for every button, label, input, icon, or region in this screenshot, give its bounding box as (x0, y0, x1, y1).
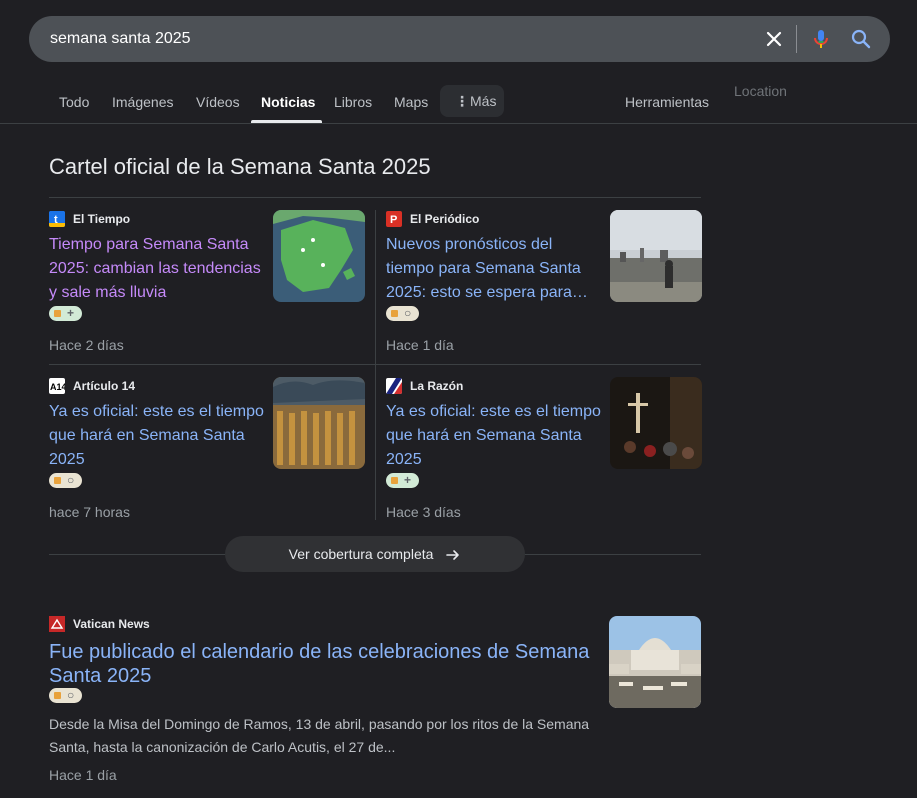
source-name: Artículo 14 (73, 379, 136, 393)
timestamp: hace 7 horas (49, 504, 130, 520)
source-name: Vatican News (73, 617, 150, 631)
microphone-icon[interactable] (809, 27, 833, 51)
header-divider (0, 123, 917, 124)
publisher-badge: + (386, 473, 419, 488)
grid-divider-vertical (375, 210, 376, 520)
publisher-badge: + (49, 306, 82, 321)
tab-libros[interactable]: Libros (334, 82, 372, 122)
el-periodico-favicon-icon: P (386, 211, 402, 227)
la-razon-favicon-icon (386, 378, 402, 394)
tools-button[interactable]: Herramientas (625, 82, 709, 122)
location-label: Location (734, 83, 787, 99)
vatican-news-favicon-icon (49, 616, 65, 632)
more-label: Más (470, 93, 497, 109)
timestamp: Hace 1 día (386, 337, 454, 353)
news-card[interactable]: t El Tiempo Tiempo para Semana Santa 202… (49, 198, 366, 362)
articulo-14-favicon-icon: A14 (49, 378, 65, 394)
timestamp: Hace 1 día (49, 767, 117, 783)
tab-videos[interactable]: Vídeos (196, 82, 240, 122)
timestamp: Hace 3 días (386, 504, 461, 520)
news-result[interactable]: Vatican News Fue publicado el calendario… (49, 612, 701, 792)
svg-text:A14: A14 (50, 382, 65, 392)
svg-text:t: t (54, 214, 58, 226)
source-name: El Tiempo (73, 212, 131, 226)
source-name: El Periódico (410, 212, 480, 226)
headline-link[interactable]: Ya es oficial: este es el tiempo que har… (49, 400, 267, 472)
publisher-badge: ○ (49, 473, 82, 488)
headline-link[interactable]: Fue publicado el calendario de las celeb… (49, 640, 599, 688)
publisher-badge: ○ (49, 688, 82, 703)
source-name: La Razón (410, 379, 464, 393)
map-thumbnail[interactable] (273, 210, 365, 302)
search-bar[interactable]: semana santa 2025 (29, 16, 890, 62)
headline-link[interactable]: Nuevos pronósticos del tiempo para Seman… (386, 233, 604, 305)
news-card[interactable]: P El Periódico Nuevos pronósticos del ti… (386, 198, 703, 362)
search-divider (796, 25, 797, 53)
full-coverage-button[interactable]: Ver cobertura completa (225, 536, 525, 572)
procession-thumbnail[interactable] (273, 377, 365, 469)
news-card[interactable]: A14 Artículo 14 Ya es oficial: este es e… (49, 365, 366, 529)
search-tabs: Todo Imágenes Vídeos Noticias Libros Map… (0, 82, 917, 124)
search-icon[interactable] (849, 27, 873, 51)
headline-link[interactable]: Tiempo para Semana Santa 2025: cambian l… (49, 233, 267, 305)
svg-text:P: P (390, 214, 397, 226)
tab-maps[interactable]: Maps (394, 82, 428, 122)
more-button[interactable]: ⋮ Más (440, 85, 504, 117)
section-title: Cartel oficial de la Semana Santa 2025 (49, 154, 431, 179)
search-input[interactable]: semana santa 2025 (50, 16, 191, 62)
headline-link[interactable]: Ya es oficial: este es el tiempo que har… (386, 400, 604, 472)
news-card[interactable]: La Razón Ya es oficial: este es el tiemp… (386, 365, 703, 529)
full-coverage-label: Ver cobertura completa (288, 546, 434, 562)
result-snippet: Desde la Misa del Domingo de Ramos, 13 d… (49, 716, 590, 755)
clear-icon[interactable] (762, 27, 786, 51)
el-tiempo-favicon-icon: t (49, 211, 65, 227)
tab-noticias[interactable]: Noticias (261, 82, 315, 122)
more-vert-icon: ⋮ (455, 93, 469, 109)
publisher-badge: ○ (386, 306, 419, 321)
night-procession-thumbnail[interactable] (610, 377, 702, 469)
tab-imagenes[interactable]: Imágenes (112, 82, 173, 122)
arrow-right-icon (446, 550, 460, 561)
city-skyline-thumbnail[interactable] (610, 210, 702, 302)
st-peters-square-thumbnail[interactable] (609, 616, 701, 708)
timestamp: Hace 2 días (49, 337, 124, 353)
tab-todo[interactable]: Todo (59, 82, 89, 122)
